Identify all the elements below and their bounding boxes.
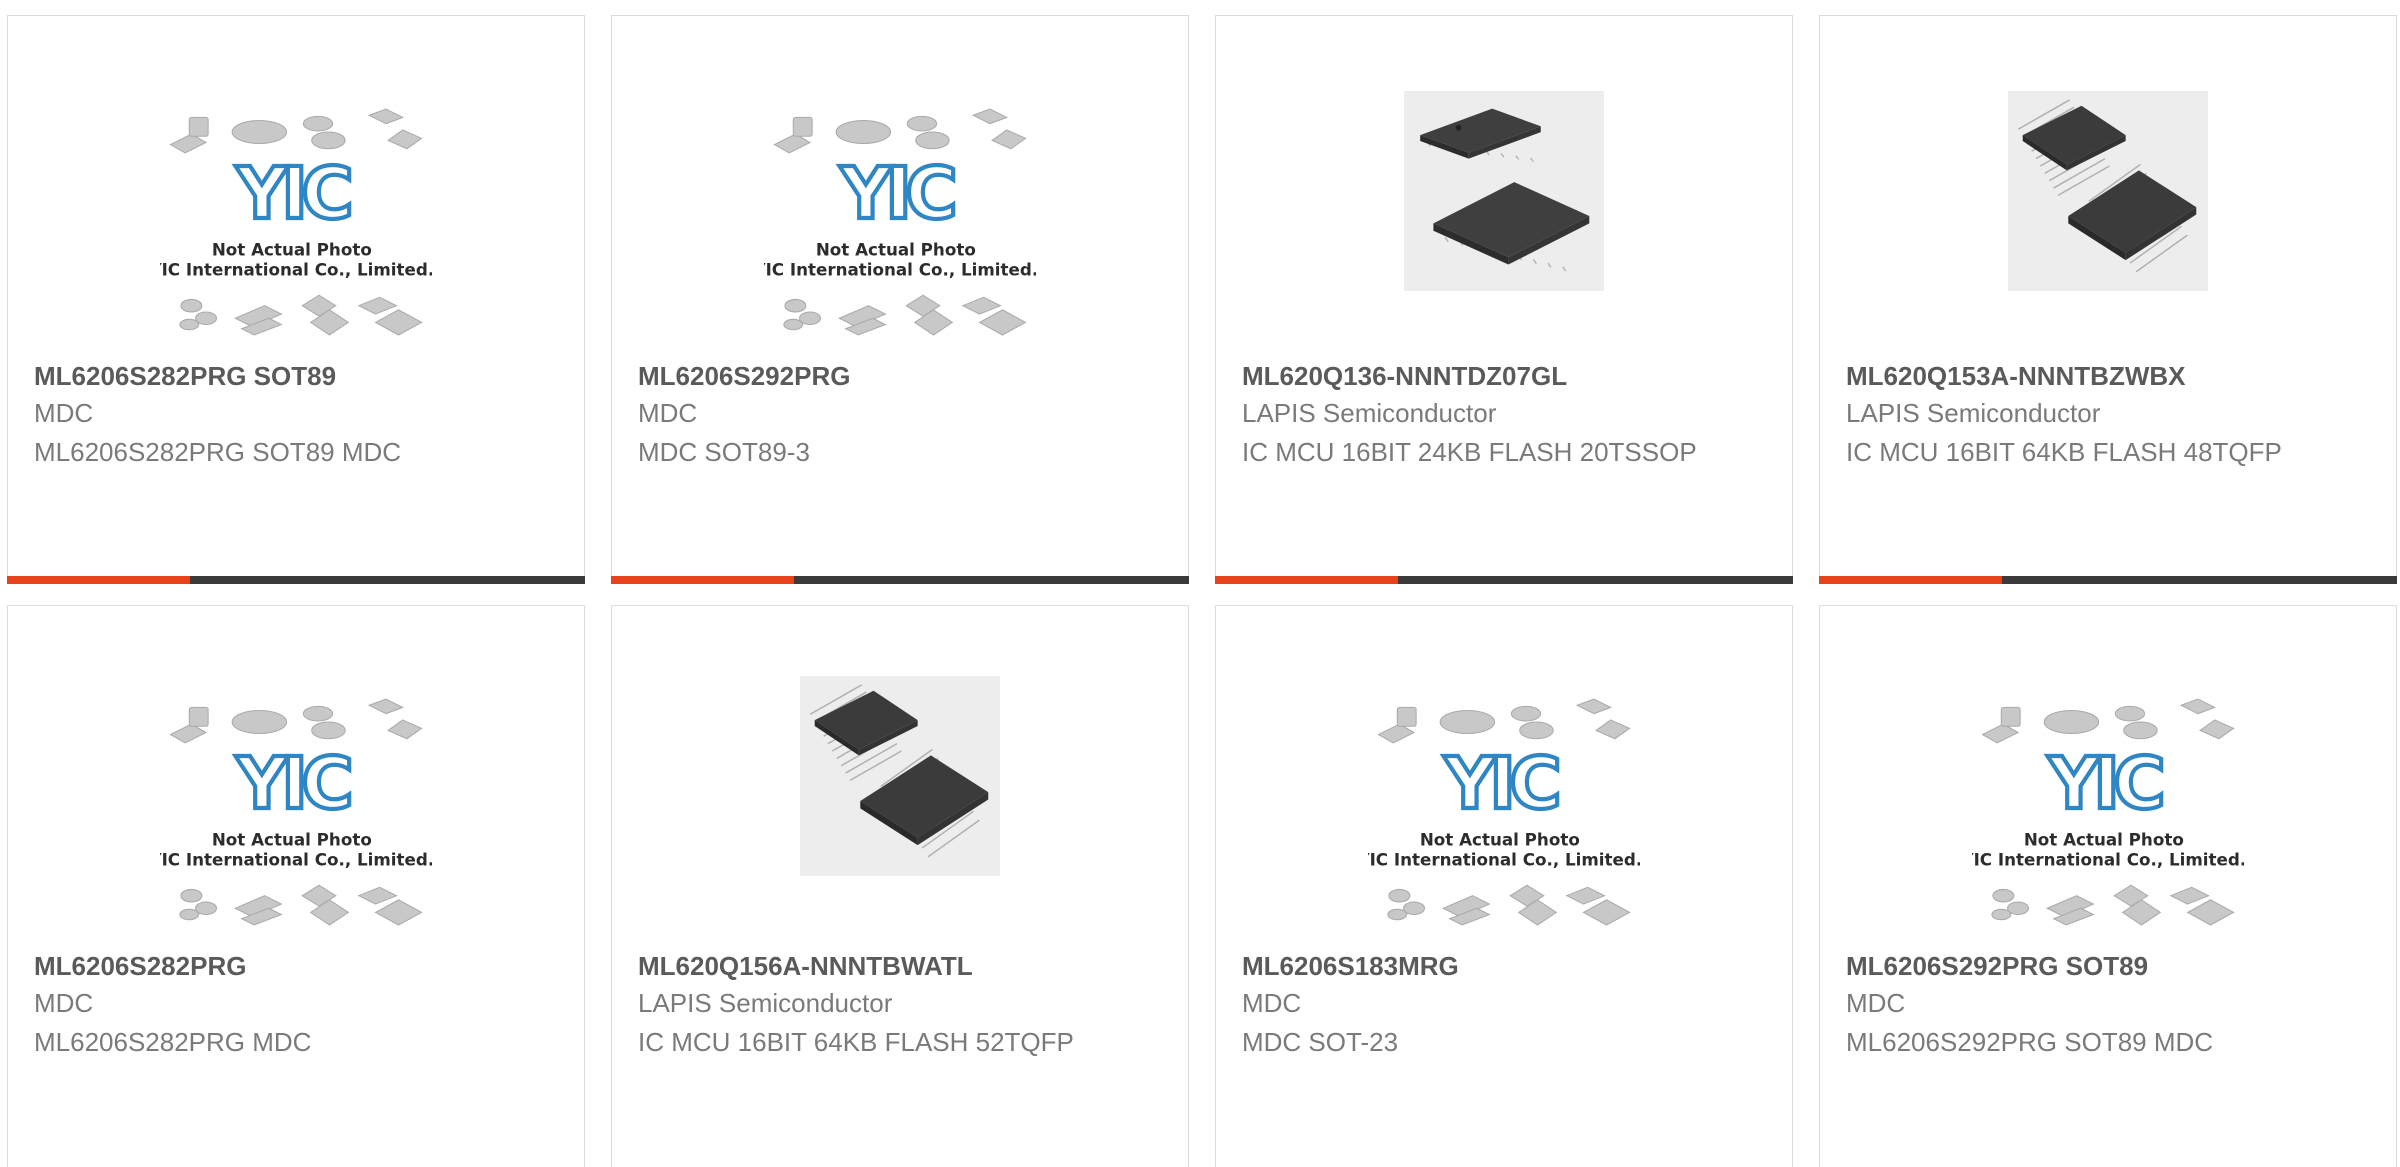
card-accent-bar <box>7 576 190 584</box>
product-title[interactable]: ML6206S282PRG SOT89 <box>34 361 336 392</box>
product-description: ML6206S282PRG MDC <box>34 1027 312 1057</box>
product-card[interactable]: ML6206S183MRG MDC MDC SOT-23 <box>1215 605 1793 1167</box>
product-title[interactable]: ML6206S282PRG <box>34 951 246 982</box>
product-card[interactable]: ML6206S292PRG SOT89 MDC ML6206S292PRG SO… <box>1819 605 2397 1167</box>
product-card[interactable]: ML620Q156A-NNNTBWATL LAPIS Semiconductor… <box>611 605 1189 1167</box>
product-card[interactable]: ML6206S282PRG SOT89 MDC ML6206S282PRG SO… <box>7 15 585 584</box>
yic-placeholder-icon <box>160 676 432 948</box>
product-grid: ML6206S282PRG SOT89 MDC ML6206S282PRG SO… <box>0 0 2400 1167</box>
card-bottom-bar <box>1215 576 1793 584</box>
product-title[interactable]: ML620Q156A-NNNTBWATL <box>638 951 973 982</box>
card-accent-bar <box>1215 576 1398 584</box>
product-description: ML6206S292PRG SOT89 MDC <box>1846 1027 2214 1057</box>
product-title[interactable]: ML6206S292PRG <box>638 361 850 392</box>
product-brand: LAPIS Semiconductor <box>638 988 893 1018</box>
product-brand: MDC <box>34 398 94 428</box>
card-bottom-bar <box>1819 576 2397 584</box>
product-brand: LAPIS Semiconductor <box>1242 398 1497 428</box>
product-description: MDC SOT-23 <box>1242 1027 1399 1057</box>
tqfp-chip-icon <box>2008 91 2208 291</box>
product-brand: MDC <box>638 398 698 428</box>
product-brand: MDC <box>1242 988 1302 1018</box>
card-accent-bar <box>1819 576 2002 584</box>
card-bottom-bar <box>7 576 585 584</box>
product-description: IC MCU 16BIT 64KB FLASH 52TQFP <box>638 1027 1074 1057</box>
yic-placeholder-icon <box>160 86 432 358</box>
product-title[interactable]: ML620Q153A-NNNTBZWBX <box>1846 361 2186 392</box>
product-description: IC MCU 16BIT 24KB FLASH 20TSSOP <box>1242 437 1697 467</box>
product-description: MDC SOT89-3 <box>638 437 810 467</box>
card-accent-bar <box>611 576 794 584</box>
product-brand: MDC <box>1846 988 1906 1018</box>
yic-placeholder-icon <box>1368 676 1640 948</box>
tssop-chip-icon <box>1404 91 1604 291</box>
product-card[interactable]: ML620Q153A-NNNTBZWBX LAPIS Semiconductor… <box>1819 15 2397 584</box>
product-title[interactable]: ML6206S292PRG SOT89 <box>1846 951 2148 982</box>
product-description: ML6206S282PRG SOT89 MDC <box>34 437 402 467</box>
product-brand: LAPIS Semiconductor <box>1846 398 2101 428</box>
product-card[interactable]: ML620Q136-NNNTDZ07GL LAPIS Semiconductor… <box>1215 15 1793 584</box>
yic-placeholder-icon <box>1972 676 2244 948</box>
tqfp-chip-icon <box>800 676 1000 876</box>
yic-placeholder-icon <box>764 86 1036 358</box>
product-title[interactable]: ML6206S183MRG <box>1242 951 1459 982</box>
card-bottom-bar <box>611 576 1189 584</box>
product-description: IC MCU 16BIT 64KB FLASH 48TQFP <box>1846 437 2282 467</box>
product-title[interactable]: ML620Q136-NNNTDZ07GL <box>1242 361 1567 392</box>
product-card[interactable]: ML6206S292PRG MDC MDC SOT89-3 <box>611 15 1189 584</box>
product-card[interactable]: ML6206S282PRG MDC ML6206S282PRG MDC <box>7 605 585 1167</box>
product-brand: MDC <box>34 988 94 1018</box>
